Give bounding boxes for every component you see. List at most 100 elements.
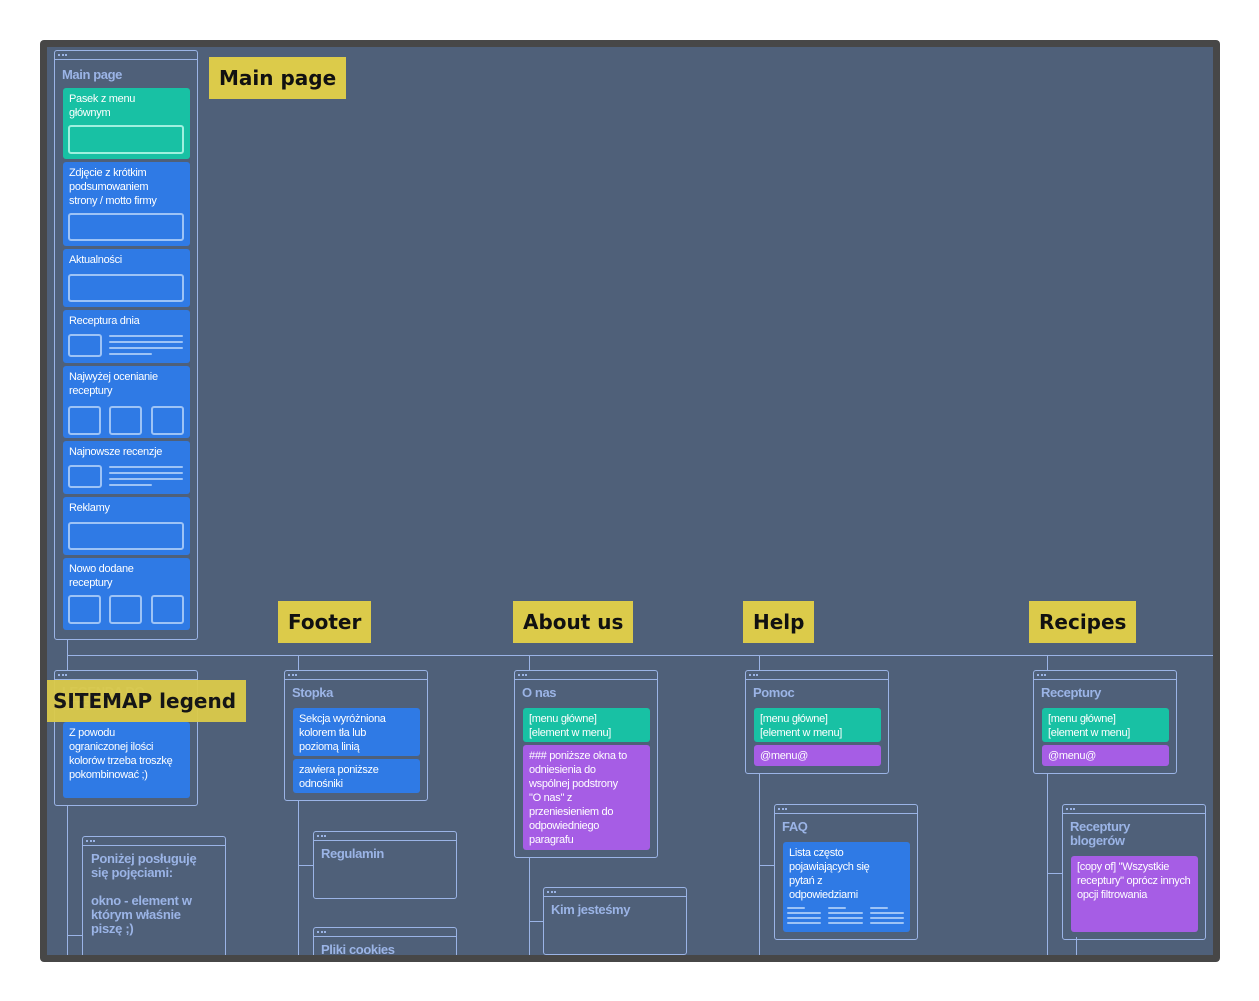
card-about-note[interactable]: ### poniższe okna to odniesienia do wspó…: [523, 745, 650, 850]
window-footer[interactable]: Stopka Sekcja wyróżniona kolorem tła lub…: [284, 670, 428, 801]
window-dots-icon: [317, 833, 328, 839]
window-title: Pliki cookies: [321, 942, 395, 956]
card-text: Najnowsze recenzje: [69, 446, 163, 458]
window-dots-icon: [1037, 672, 1048, 678]
card-text: zawiera poniższe odnośniki: [299, 764, 379, 790]
window-who-we-are[interactable]: Kim jesteśmy: [543, 887, 687, 955]
card-recipe-of-day[interactable]: Receptura dnia: [63, 310, 190, 363]
window-legend-terms[interactable]: Poniżej posługuję się pojęciami: okno - …: [82, 836, 226, 955]
placeholder-image: [68, 465, 102, 488]
window-dots-icon: [547, 889, 558, 895]
card-text: @menu@: [760, 750, 809, 762]
placeholder-image: [151, 595, 184, 624]
text-line: [109, 353, 152, 355]
connector-recipes-drop: [1047, 655, 1048, 671]
window-titlebar: [55, 671, 197, 680]
window-title: O nas: [522, 685, 557, 700]
card-text: Z powodu ograniczonej ilości kolorów trz…: [69, 727, 173, 781]
window-dots-icon: [58, 52, 69, 58]
text-line: [109, 341, 183, 343]
window-titlebar: [314, 832, 456, 841]
window-titlebar: [1063, 805, 1205, 814]
card-faq-list[interactable]: Lista często pojawiających się pytań z o…: [783, 842, 910, 932]
connector-footer-trunk: [298, 801, 299, 955]
window-dots-icon: [1066, 806, 1077, 812]
sitemap-canvas[interactable]: Main page Pasek z menu głównym Zdjęcie z…: [47, 47, 1213, 955]
text-line: [828, 917, 863, 919]
card-footer-section[interactable]: Sekcja wyróżniona kolorem tła lub poziom…: [293, 708, 420, 756]
connector-legend-branch: [67, 935, 82, 936]
card-main-menu-element[interactable]: [menu główne] [element w menu]: [523, 708, 650, 742]
card-text: Nowo dodane receptury: [69, 563, 134, 589]
connector-recipes-trunk: [1047, 773, 1048, 955]
card-main-menu-element[interactable]: [menu główne] [element w menu]: [1042, 708, 1169, 742]
card-new-recipes[interactable]: Nowo dodane receptury: [63, 558, 190, 630]
card-news[interactable]: Aktualności: [63, 249, 190, 307]
card-menu-ref[interactable]: @menu@: [754, 745, 881, 766]
window-cookies[interactable]: Pliki cookies: [313, 927, 457, 955]
window-dots-icon: [778, 806, 789, 812]
text-line: [787, 912, 821, 914]
window-titlebar: [775, 805, 917, 814]
card-menu-ref[interactable]: @menu@: [1042, 745, 1169, 766]
window-blogger-recipes[interactable]: Receptury blogerów [copy of] "Wszystkie …: [1062, 804, 1206, 940]
card-latest-reviews[interactable]: Najnowsze recenzje: [63, 441, 190, 494]
connector-help-drop: [759, 655, 760, 671]
card-footer-links[interactable]: zawiera poniższe odnośniki: [293, 759, 420, 793]
window-title: Main page: [62, 67, 122, 82]
window-title: Kim jesteśmy: [551, 902, 631, 917]
window-main-page[interactable]: Main page Pasek z menu głównym Zdjęcie z…: [54, 50, 198, 640]
text-line: [870, 907, 888, 909]
text-line: [870, 917, 904, 919]
card-legend-note[interactable]: Z powodu ograniczonej ilości kolorów trz…: [63, 722, 190, 798]
window-titlebar: [314, 928, 456, 937]
window-help[interactable]: Pomoc [menu główne] [element w menu] @me…: [745, 670, 889, 774]
card-top-rated[interactable]: Najwyżej ocenianie receptury: [63, 366, 190, 438]
text-line: [787, 907, 805, 909]
window-titlebar: [515, 671, 657, 680]
window-title: Regulamin: [321, 846, 384, 861]
connector-footer-branch-1: [298, 865, 313, 866]
card-text: Zdjęcie z krótkim podsumowaniem strony /…: [69, 167, 157, 207]
window-about-us[interactable]: O nas [menu główne] [element w menu] ###…: [514, 670, 658, 858]
text-line: [109, 335, 183, 337]
text-line: [828, 912, 863, 914]
label-main-page: Main page: [209, 57, 347, 99]
text-line: [870, 912, 904, 914]
window-titlebar: [544, 888, 686, 897]
window-dots-icon: [518, 672, 529, 678]
text-line: [828, 907, 846, 909]
label-help: Help: [743, 601, 815, 643]
card-text: [menu główne] [element w menu]: [529, 713, 612, 739]
window-title: FAQ: [782, 819, 808, 834]
window-title: Stopka: [292, 685, 333, 700]
placeholder-image: [68, 595, 101, 624]
card-main-menu-element[interactable]: [menu główne] [element w menu]: [754, 708, 881, 742]
card-text: Lista często pojawiających się pytań z o…: [789, 847, 870, 901]
window-titlebar: [1034, 671, 1176, 680]
window-faq[interactable]: FAQ Lista często pojawiających się pytań…: [774, 804, 918, 940]
placeholder-image: [151, 406, 184, 435]
window-title: Receptury blogerów: [1070, 819, 1130, 848]
text-line: [109, 347, 183, 349]
window-terms[interactable]: Regulamin: [313, 831, 457, 899]
placeholder-box: [68, 213, 184, 241]
card-hero-photo[interactable]: Zdjęcie z krótkim podsumowaniem strony /…: [63, 162, 190, 246]
window-title: Receptury: [1041, 685, 1101, 700]
label-about-us: About us: [513, 601, 634, 643]
card-menu-bar[interactable]: Pasek z menu głównym: [63, 88, 190, 159]
text-line: [109, 484, 152, 486]
card-ads[interactable]: Reklamy: [63, 497, 190, 555]
window-dots-icon: [288, 672, 299, 678]
text-line: [828, 922, 863, 924]
card-blogger-recipes-note[interactable]: [copy of] "Wszystkie receptury" oprócz i…: [1071, 856, 1198, 932]
connector-about-branch-1: [529, 921, 543, 922]
window-dots-icon: [58, 672, 69, 678]
window-recipes[interactable]: Receptury [menu główne] [element w menu]…: [1033, 670, 1177, 774]
card-text: [copy of] "Wszystkie receptury" oprócz i…: [1077, 861, 1191, 901]
text-line: [109, 472, 183, 474]
connector-horizontal: [67, 655, 1213, 656]
text-line: [109, 478, 183, 480]
window-titlebar: [55, 51, 197, 60]
label-recipes: Recipes: [1029, 601, 1137, 643]
